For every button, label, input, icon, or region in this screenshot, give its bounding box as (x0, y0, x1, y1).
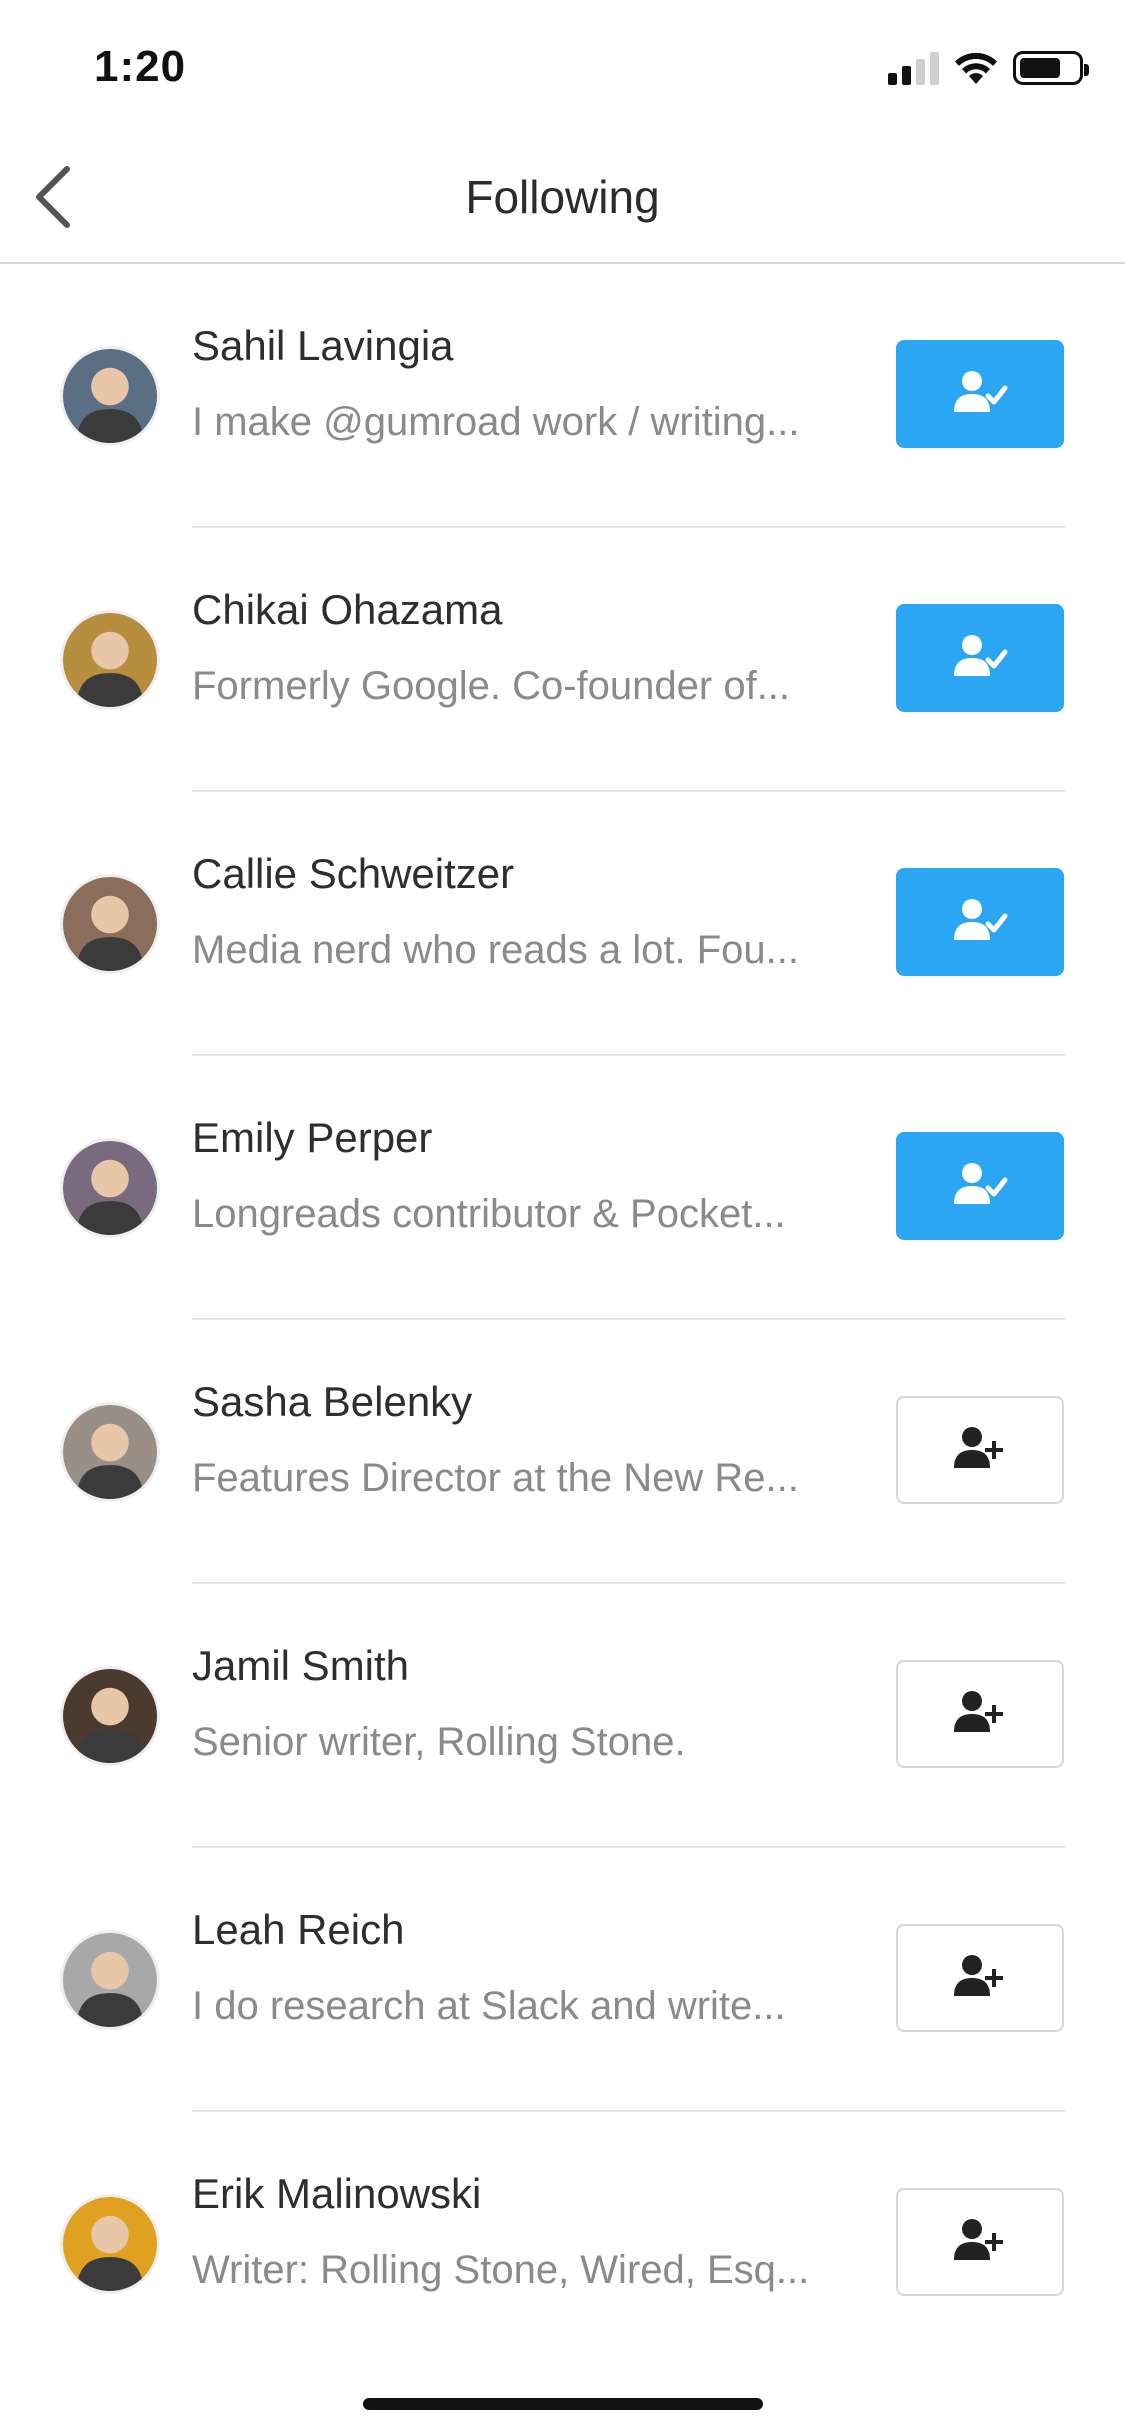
list-item[interactable]: Leah Reich I do research at Slack and wr… (0, 1848, 1125, 2112)
following-button[interactable] (896, 604, 1064, 712)
user-name[interactable]: Sasha Belenky (192, 1378, 862, 1426)
user-plus-icon (952, 1424, 1008, 1477)
user-plus-icon (952, 1688, 1008, 1741)
user-bio: Formerly Google. Co-founder of... (192, 664, 791, 708)
nav-bar: Following (0, 130, 1125, 264)
user-check-icon (952, 1160, 1008, 1213)
following-button[interactable] (896, 1132, 1064, 1240)
user-bio: Media nerd who reads a lot. Fou... (192, 928, 799, 972)
signal-icon (888, 51, 939, 85)
status-bar: 1:20 (0, 0, 1125, 130)
user-check-icon (952, 368, 1008, 421)
following-button[interactable] (896, 868, 1064, 976)
user-name[interactable]: Emily Perper (192, 1114, 862, 1162)
user-bio: Features Director at the New Re... (192, 1456, 799, 1500)
home-indicator[interactable] (363, 2398, 763, 2410)
user-name[interactable]: Leah Reich (192, 1906, 862, 1954)
follow-button[interactable] (896, 2188, 1064, 2296)
user-bio: Senior writer, Rolling Stone. (192, 1720, 686, 1764)
avatar[interactable] (60, 874, 160, 974)
avatar[interactable] (60, 2194, 160, 2294)
user-plus-icon (952, 2216, 1008, 2269)
user-bio: I do research at Slack and write... (192, 1984, 786, 2028)
status-time: 1:20 (94, 42, 187, 91)
user-bio: Longreads contributor & Pocket... (192, 1192, 786, 1236)
user-name[interactable]: Sahil Lavingia (192, 322, 862, 370)
avatar[interactable] (60, 610, 160, 710)
follow-button[interactable] (896, 1924, 1064, 2032)
list-item[interactable]: Erik Malinowski Writer: Rolling Stone, W… (0, 2112, 1125, 2376)
avatar[interactable] (60, 1930, 160, 2030)
user-check-icon (952, 632, 1008, 685)
user-name[interactable]: Jamil Smith (192, 1642, 862, 1690)
wifi-icon (955, 52, 997, 84)
avatar[interactable] (60, 1138, 160, 1238)
list-item[interactable]: Sahil Lavingia I make @gumroad work / wr… (0, 264, 1125, 528)
list-item[interactable]: Chikai Ohazama Formerly Google. Co-found… (0, 528, 1125, 792)
user-plus-icon (952, 1952, 1008, 2005)
user-check-icon (952, 896, 1008, 949)
avatar[interactable] (60, 1666, 160, 1766)
list-item[interactable]: Jamil Smith Senior writer, Rolling Stone… (0, 1584, 1125, 1848)
avatar[interactable] (60, 346, 160, 446)
following-list: Sahil Lavingia I make @gumroad work / wr… (0, 264, 1125, 2376)
list-item[interactable]: Callie Schweitzer Media nerd who reads a… (0, 792, 1125, 1056)
list-item[interactable]: Sasha Belenky Features Director at the N… (0, 1320, 1125, 1584)
avatar[interactable] (60, 1402, 160, 1502)
page-title: Following (465, 171, 660, 223)
user-name[interactable]: Callie Schweitzer (192, 850, 862, 898)
user-bio: Writer: Rolling Stone, Wired, Esq... (192, 2248, 810, 2292)
user-bio: I make @gumroad work / writing... (192, 400, 800, 444)
following-button[interactable] (896, 340, 1064, 448)
follow-button[interactable] (896, 1660, 1064, 1768)
follow-button[interactable] (896, 1396, 1064, 1504)
user-name[interactable]: Erik Malinowski (192, 2170, 862, 2218)
status-icons (888, 50, 1089, 86)
user-name[interactable]: Chikai Ohazama (192, 586, 862, 634)
battery-icon (1013, 51, 1089, 85)
list-item[interactable]: Emily Perper Longreads contributor & Poc… (0, 1056, 1125, 1320)
